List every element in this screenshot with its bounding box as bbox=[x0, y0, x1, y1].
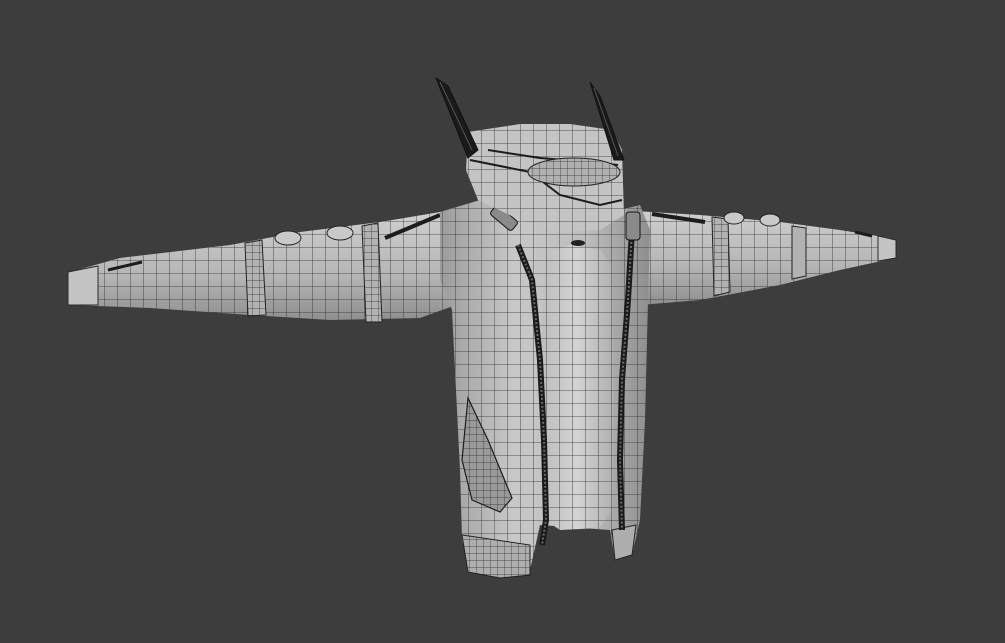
inner-shirt[interactable] bbox=[540, 245, 614, 530]
right-sleeve[interactable] bbox=[620, 210, 897, 305]
3d-viewport[interactable] bbox=[0, 0, 1005, 643]
viewport-canvas[interactable] bbox=[0, 0, 1005, 643]
left-sleeve[interactable] bbox=[67, 212, 470, 323]
jacket-mesh[interactable] bbox=[67, 76, 897, 579]
